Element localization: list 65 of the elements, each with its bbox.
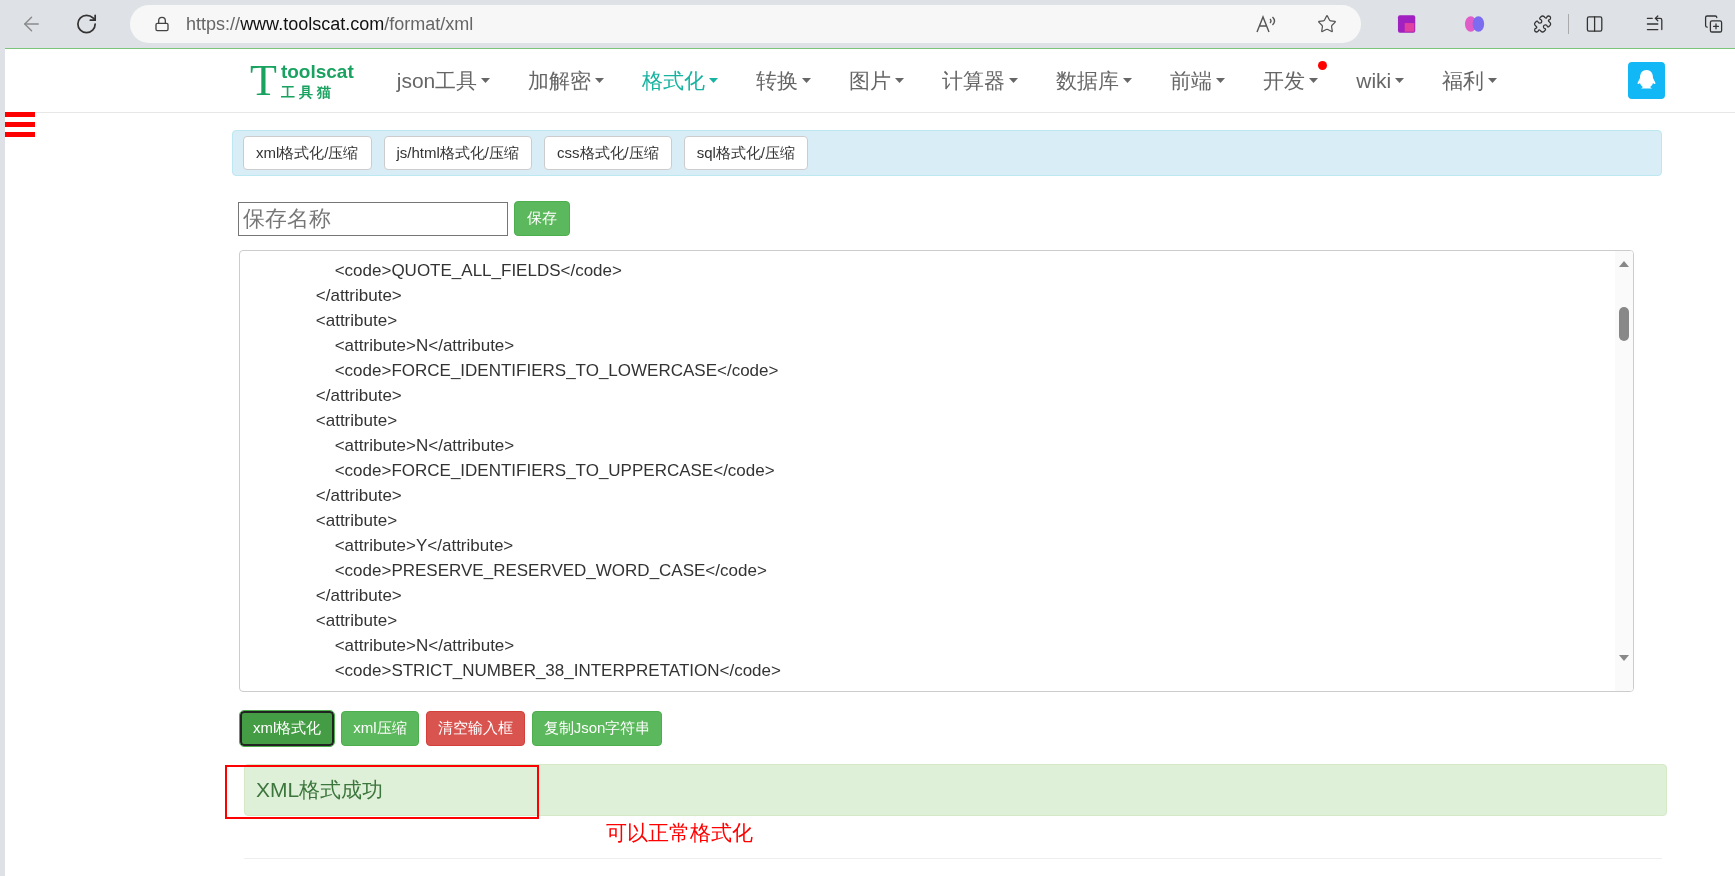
code-line: </attribute> [314,585,402,607]
lock-icon [154,16,171,32]
collections-icon[interactable] [1703,14,1723,34]
nav-menu[interactable]: 图片 [830,64,924,97]
code-line: <attribute> [314,310,398,332]
url-text: https://www.toolscat.com/format/xml [186,12,475,36]
code-line: <code>FORCE_IDENTIFIERS_TO_LOWERCASE</code> [333,360,779,382]
scrollbar[interactable] [1615,251,1633,691]
brain-icon[interactable] [1464,14,1486,34]
caret-icon [595,78,605,83]
caret-icon [1395,78,1405,83]
caret-icon [895,78,905,83]
scroll-down-icon[interactable] [1619,655,1629,661]
alert-message: XML格式成功 [256,777,384,804]
code-line: </attribute> [314,285,402,307]
code-line: <attribute> [314,610,398,632]
annotation-text: 可以正常格式化 [606,820,753,846]
scroll-up-icon[interactable] [1619,261,1629,267]
nav-menu[interactable]: 前端 [1151,64,1245,97]
scroll-thumb[interactable] [1619,307,1629,341]
caret-icon [1009,78,1019,83]
caret-icon [481,78,491,83]
address-bar[interactable]: https://www.toolscat.com/format/xml [130,5,1361,43]
code-line: </attribute> [314,385,402,407]
code-line: <attribute> [314,510,398,532]
action-button[interactable]: xml格式化 [240,711,335,746]
puzzle-icon[interactable] [1533,14,1553,34]
code-line: <attribute>N</attribute> [333,435,515,457]
format-tab[interactable]: css格式化/压缩 [544,136,672,170]
code-line: </attribute> [314,485,402,507]
format-tab[interactable]: js/html格式化/压缩 [383,136,532,170]
nav-menu[interactable]: 转换 [737,64,831,97]
action-button[interactable]: 清空输入框 [425,711,525,746]
save-name-field[interactable]: 保存名称 [238,201,508,236]
caret-icon [802,78,812,83]
refresh-icon[interactable] [75,12,99,36]
caret-icon [1488,78,1498,83]
code-line: <code>STRICT_NUMBER_38_INTERPRETATION</code> [333,660,781,682]
caret-icon [1216,78,1226,83]
code-line: <code>PRESERVE_RESERVED_WORD_CASE</code> [333,560,767,582]
caret-icon [1309,78,1319,83]
xml-editor[interactable] [239,250,1634,692]
favorite-icon[interactable] [1316,14,1337,34]
nav-menu[interactable]: wiki [1337,64,1424,97]
nav-menu[interactable]: 计算器 [923,64,1038,97]
format-tab[interactable]: sql格式化/压缩 [683,136,809,170]
nav-menu[interactable]: 数据库 [1037,64,1152,97]
code-line: <attribute>Y</attribute> [333,535,514,557]
caret-icon [1123,78,1133,83]
nav-menu[interactable]: json工具 [377,64,510,97]
menu-icon[interactable] [5,112,35,137]
qq-icon[interactable] [1628,62,1665,99]
extension-icon[interactable] [1396,14,1417,34]
read-aloud-icon[interactable] [1254,14,1277,34]
nav-menu[interactable]: 开发 [1244,64,1338,97]
nav-menu[interactable]: 福利 [1423,64,1517,97]
caret-icon [709,78,719,83]
code-line: <code>QUOTE_ALL_FIELDS</code> [333,260,622,282]
code-line: <attribute>N</attribute> [333,635,515,657]
split-screen-icon[interactable] [1585,14,1605,34]
nav-menu[interactable]: 加解密 [509,64,624,97]
code-line: <attribute>N</attribute> [333,335,515,357]
format-tab[interactable]: xml格式化/压缩 [243,136,372,170]
code-line: <code>FORCE_IDENTIFIERS_TO_UPPERCASE</code> [333,460,775,482]
code-line: <attribute> [314,410,398,432]
